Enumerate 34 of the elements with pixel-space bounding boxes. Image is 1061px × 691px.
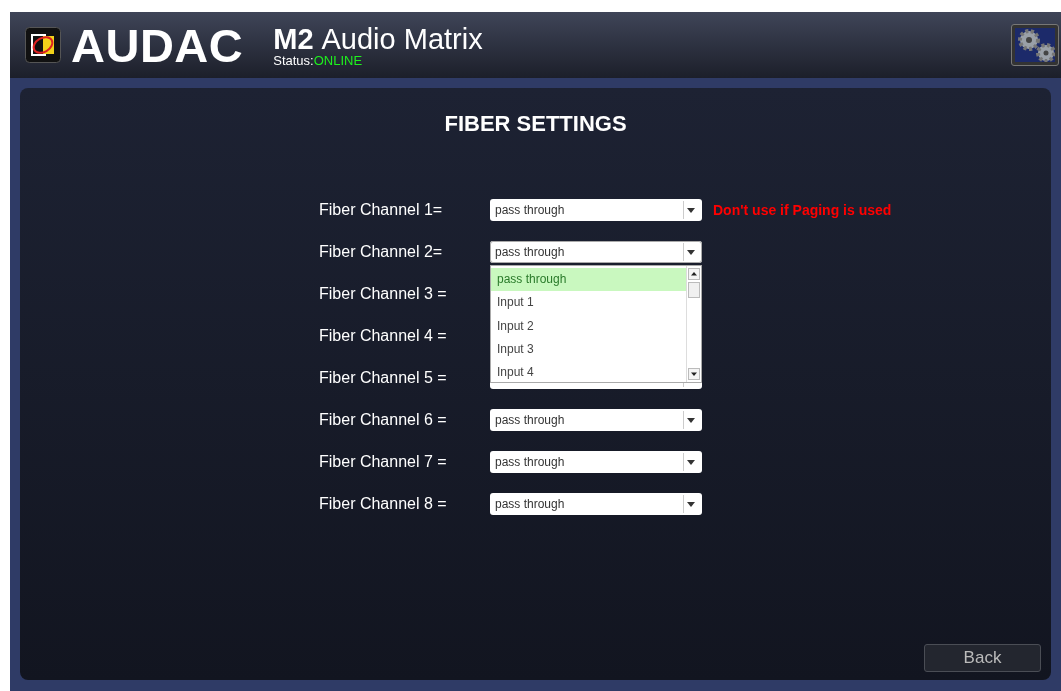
channel-dropdown[interactable]: pass through	[490, 199, 702, 221]
channel-dropdown[interactable]: pass through	[490, 409, 702, 431]
scroll-down-icon[interactable]	[688, 368, 700, 380]
channel-label: Fiber Channel 6 =	[318, 411, 448, 429]
warning-text: Don't use if Paging is used	[713, 202, 892, 218]
caret-icon	[687, 459, 695, 465]
scroll-up-icon[interactable]	[688, 268, 700, 280]
caret-icon	[687, 207, 695, 213]
channel-label: Fiber Channel 3 =	[318, 285, 448, 303]
dropdown-option[interactable]: Input 3	[491, 337, 686, 362]
scrollbar[interactable]	[686, 266, 701, 382]
settings-icon	[1015, 28, 1055, 62]
channel-label: Fiber Channel 8 =	[318, 495, 448, 513]
channel-dropdown[interactable]: pass through	[490, 493, 702, 515]
caret-icon	[687, 417, 695, 423]
channel-dropdown[interactable]: pass through	[490, 451, 702, 473]
channel-label: Fiber Channel 2=	[318, 243, 444, 261]
back-button[interactable]: Back	[924, 644, 1041, 672]
dropdown-option[interactable]: Input 2	[491, 314, 686, 338]
channel-label: Fiber Channel 1=	[318, 201, 444, 219]
logo-icon	[25, 27, 61, 63]
settings-button[interactable]	[1011, 24, 1059, 66]
channel-label: Fiber Channel 4 =	[318, 327, 448, 345]
scroll-thumb[interactable]	[688, 282, 700, 298]
channel-dropdown[interactable]: pass through	[490, 241, 702, 263]
dropdown-option[interactable]: Input 4	[491, 361, 686, 385]
dropdown-option[interactable]: pass through	[491, 268, 686, 292]
brand-name: AUDAC	[71, 17, 244, 73]
caret-icon	[687, 249, 695, 255]
channel-label: Fiber Channel 7 =	[318, 453, 448, 471]
caret-icon	[687, 501, 695, 507]
dropdown-option[interactable]: Input 1	[491, 291, 686, 315]
page-title: FIBER SETTINGS	[443, 111, 628, 137]
channel-label: Fiber Channel 5 =	[318, 369, 448, 387]
